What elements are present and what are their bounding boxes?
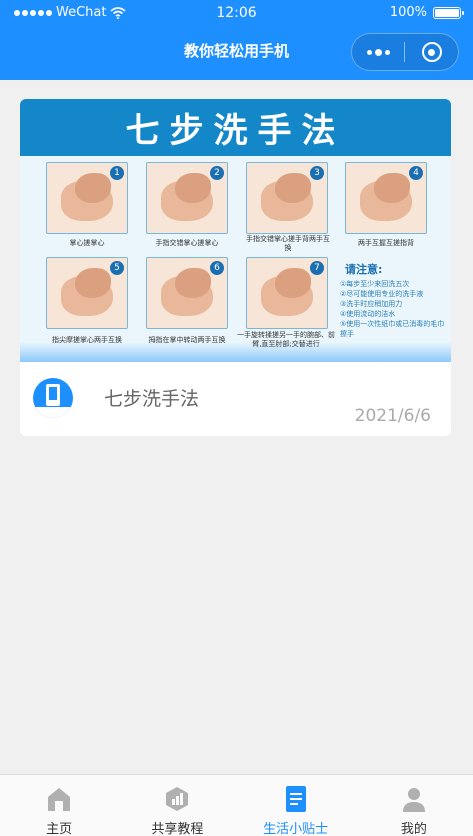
status-bar: WeChat 12:06 100% [0, 0, 473, 28]
tab-label: 主页 [46, 822, 73, 836]
step-caption: 手指交错掌心搓掌心 [155, 239, 219, 247]
tab-label: 共享教程 [151, 822, 204, 836]
top-bar: WeChat 12:06 100% 教你轻松用手机 [0, 0, 473, 80]
step-number: 4 [409, 166, 423, 180]
notice-item: ②尽可能使用专业的洗手液 [340, 290, 424, 298]
step-number: 5 [110, 261, 124, 275]
tab-share-tutorial[interactable]: 共享教程 [118, 775, 236, 836]
tab-label: 生活小贴士 [263, 822, 329, 836]
step-caption: 掌心搓掌心 [69, 239, 105, 247]
banner-header: 七步洗手法 [20, 99, 451, 156]
step-number: 3 [310, 166, 324, 180]
target-close-icon [421, 42, 442, 62]
banner-wave-decoration [20, 342, 451, 362]
article-card[interactable]: 七步洗手法 1 掌心搓掌心 2 手指交错掌心搓掌心 3 手指交错掌心搓手背两手互… [20, 99, 451, 436]
step-caption: 手指交错掌心搓手背两手互换 [246, 235, 330, 252]
article-banner-image: 七步洗手法 1 掌心搓掌心 2 手指交错掌心搓掌心 3 手指交错掌心搓手背两手互… [20, 99, 451, 362]
notice-item: ⑤使用一次性纸巾或已消毒的毛巾擦手 [340, 320, 445, 338]
step-illustration: 1 [46, 162, 128, 234]
notice-item: ①每步至少来回洗五次 [340, 280, 410, 288]
battery-status: 100% [389, 5, 464, 20]
step-number: 7 [310, 261, 324, 275]
step-illustration: 2 [146, 162, 228, 234]
step-number: 1 [110, 166, 124, 180]
tab-mine[interactable]: 我的 [355, 775, 473, 836]
share-tutorial-icon [166, 787, 189, 811]
bottom-tab-bar: 主页 共享教程 生活小贴士 我的 [0, 774, 473, 836]
more-dots-icon [366, 49, 372, 55]
notice-heading: 请注意: [345, 263, 383, 276]
article-meta: 七步洗手法 2021/6/6 [20, 362, 451, 436]
step-illustration: 5 [46, 257, 128, 329]
article-date: 2021/6/6 [354, 406, 431, 426]
tab-label: 我的 [400, 822, 427, 836]
close-miniprogram-button[interactable] [405, 42, 458, 62]
step-illustration: 6 [146, 257, 228, 329]
step-illustration: 4 [345, 162, 427, 234]
battery-icon [433, 6, 464, 19]
notice-item: ③洗手时应稍加用力 [340, 300, 403, 308]
step-number: 6 [210, 261, 224, 275]
step-illustration: 3 [246, 162, 328, 234]
tab-life-tips[interactable]: 生活小贴士 [237, 775, 355, 836]
tips-document-icon [285, 786, 306, 812]
battery-percent: 100% [389, 5, 427, 20]
phone-app-icon [33, 378, 73, 418]
tab-home[interactable]: 主页 [0, 775, 118, 836]
miniprogram-capsule [351, 33, 459, 71]
step-caption: 两手互握互搓指背 [358, 239, 414, 247]
notice-item: ④使用流动的洁水 [340, 310, 396, 318]
step-illustration: 7 [246, 257, 328, 329]
step-number: 2 [210, 166, 224, 180]
banner-heading: 七步洗手法 [125, 111, 346, 151]
profile-icon [402, 788, 425, 812]
more-menu-button[interactable] [352, 48, 404, 56]
article-title: 七步洗手法 [104, 388, 200, 410]
notice-list: ①每步至少来回洗五次 ②尽可能使用专业的洗手液 ③洗手时应稍加用力 ④使用流动的… [340, 279, 445, 339]
home-icon [48, 788, 71, 811]
